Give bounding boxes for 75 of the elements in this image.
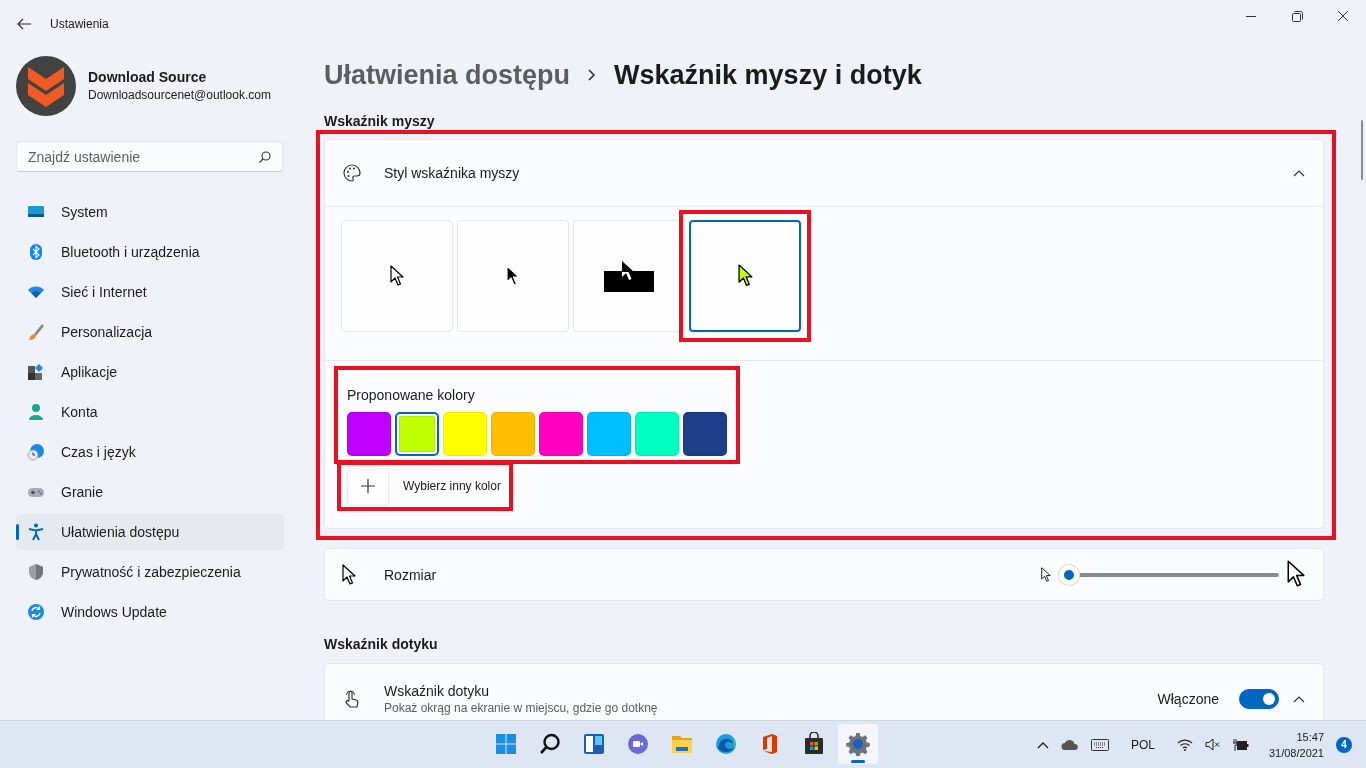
close-icon[interactable] [1338,11,1348,21]
size-slider[interactable] [1059,564,1279,585]
maximize-icon[interactable] [1291,10,1303,22]
sidebar-item[interactable]: Czas i język [16,434,284,470]
pointer-icon [737,264,753,288]
browser-icon [714,732,738,756]
chevron-up-icon[interactable] [1293,169,1305,177]
breadcrumb-link[interactable]: Ułatwienia dostępu [324,59,571,91]
back-arrow-icon[interactable] [16,16,32,32]
sidebar-item[interactable]: Konta [16,394,284,430]
small-pointer-icon [1041,566,1051,583]
toggle-state-label: Włączone [1157,691,1219,707]
sidebar-item[interactable]: Bluetooth i urządzenia [16,234,284,270]
chevron-right-icon [588,69,597,81]
search-icon [259,151,271,163]
custom-color-button[interactable]: Wybierz inny kolor [347,466,505,506]
person-icon [27,403,45,421]
wifi-icon[interactable] [1176,738,1193,751]
chat-icon [626,732,650,756]
cloud-icon[interactable] [1060,738,1079,751]
large-pointer-icon [1287,560,1305,589]
setting-label: Styl wskaźnika myszy [384,165,521,181]
window-title: Ustawienia [50,17,110,31]
color-swatch[interactable] [395,412,439,456]
chevron-up-icon[interactable] [1036,740,1049,749]
clock-time[interactable]: 15:47 [1268,728,1324,745]
profile-name: Download Source [88,68,208,86]
bluetooth-icon [27,243,45,261]
muted-speaker-icon[interactable] [1204,738,1221,751]
sidebar-item[interactable]: Personalizacja [16,314,284,350]
toggle-switch[interactable] [1239,689,1279,709]
sidebar-item[interactable]: System [16,194,284,230]
notification-badge[interactable]: 4 [1336,736,1352,753]
setting-description: Pokaż okrąg na ekranie w miejscu, gdzie go dotknę [384,700,659,716]
pointer-icon [506,265,520,287]
plus-icon [361,479,375,493]
sidebar-item[interactable]: Aplikacje [16,354,284,390]
sidebar-item[interactable]: Prywatność i zabezpieczenia [16,554,284,590]
start-icon [494,732,518,756]
colors-label: Proponowane kolory [347,386,476,404]
chevron-up-icon[interactable] [1293,695,1305,703]
gear-icon [846,732,870,756]
widgets-icon [582,732,606,756]
shield-icon [27,563,45,581]
profile-avatar [16,56,76,116]
sidebar-item[interactable]: Granie [16,474,284,510]
language-indicator[interactable]: POL [1130,737,1155,752]
apps-icon [27,363,45,381]
scrollbar[interactable] [1361,120,1363,180]
paintbrush-icon [27,323,45,341]
update-icon [27,603,45,621]
page-title: Wskaźnik myszy i dotyk [614,59,922,91]
accessibility-icon [27,523,45,541]
clock-globe-icon [27,443,45,461]
battery-icon[interactable] [1232,737,1249,752]
selection-indicator [16,524,19,540]
minimize-icon[interactable] [1246,15,1256,17]
sidebar-item[interactable]: Sieć i Internet [16,274,284,310]
search-icon [538,732,562,756]
sidebar-item[interactable]: Ułatwienia dostępu [16,514,284,550]
sidebar-item[interactable]: Windows Update [16,594,284,630]
pointer-icon [342,563,356,586]
profile-email: Downloadsourcenet@outlook.com [88,87,271,104]
slider-thumb[interactable] [1059,564,1079,585]
section-heading: Wskaźnik myszy [324,112,436,131]
keyboard-icon[interactable] [1090,738,1109,751]
pointer-icon [390,265,404,287]
clock-date[interactable]: 31/08/2021 [1268,744,1324,761]
setting-label: Wskaźnik dotyku [384,682,491,700]
section-heading: Wskaźnik dotyku [324,635,439,654]
palette-icon [342,163,362,183]
inverted-pointer-icon [604,260,654,292]
store-icon [802,732,826,756]
setting-label: Rozmiar [384,566,438,583]
search-field[interactable]: Znajdź ustawienie [16,141,283,172]
